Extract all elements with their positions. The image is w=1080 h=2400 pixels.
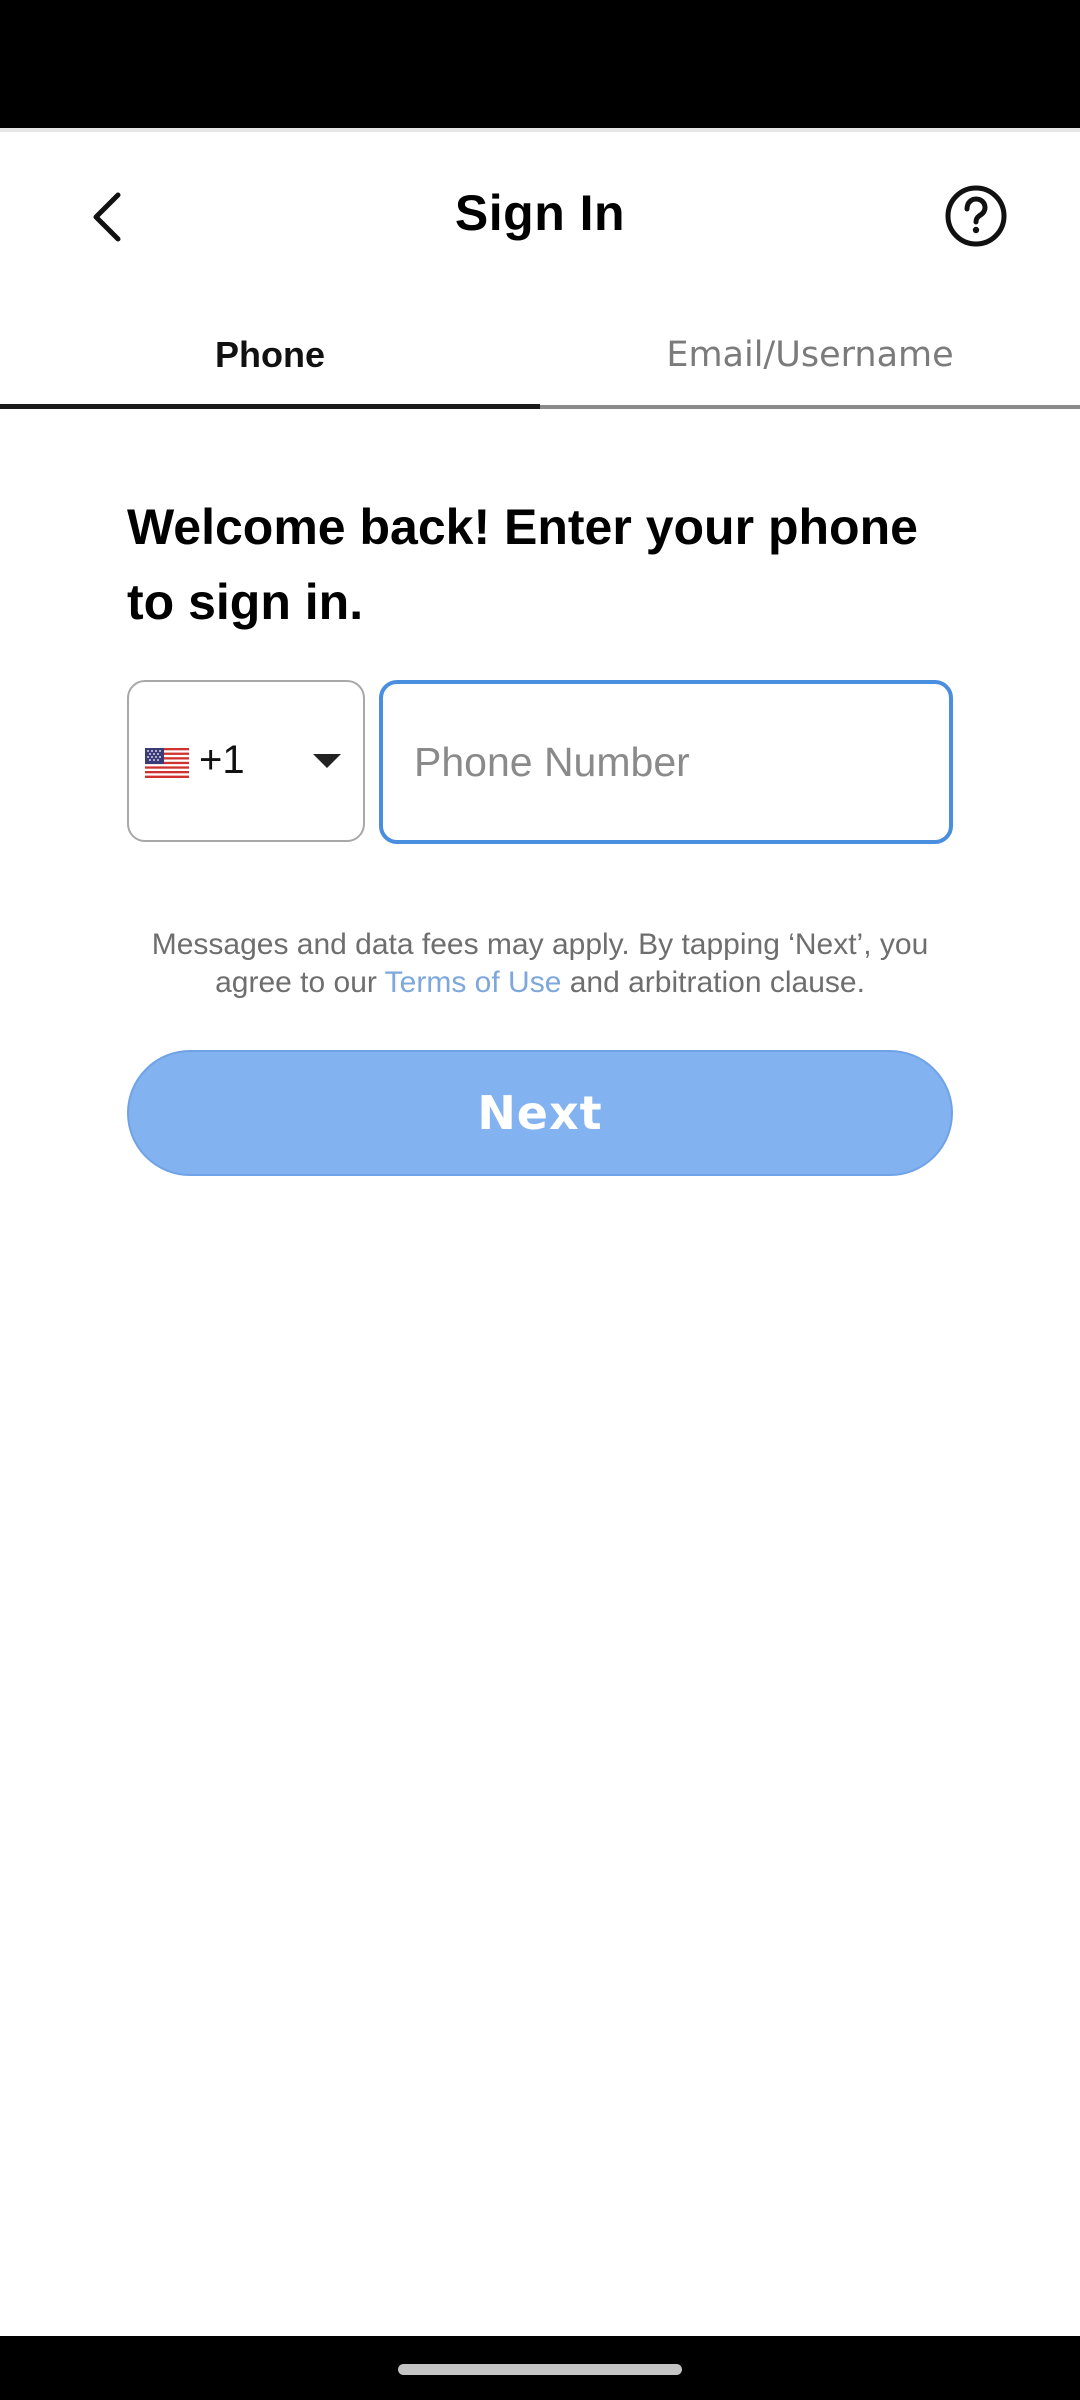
terms-of-use-link[interactable]: Terms of Use bbox=[385, 966, 562, 999]
app-header: Sign In bbox=[0, 132, 1080, 302]
navigation-bar bbox=[0, 2336, 1080, 2400]
tab-email-username[interactable]: Email/Username bbox=[540, 302, 1080, 408]
help-circle-icon bbox=[945, 185, 1007, 247]
disclaimer-text-after: and arbitration clause. bbox=[561, 966, 865, 999]
welcome-heading: Welcome back! Enter your phone to sign i… bbox=[127, 499, 918, 630]
country-code: +1 bbox=[199, 738, 245, 782]
home-indicator[interactable] bbox=[398, 2364, 682, 2375]
terms-disclaimer: Messages and data fees may apply. By tap… bbox=[120, 926, 960, 1002]
country-code-selector[interactable]: +1 bbox=[127, 680, 365, 842]
sign-in-screen: Sign In Phone Email/Username Welcome bac… bbox=[0, 0, 1080, 2400]
page-title: Sign In bbox=[454, 185, 626, 241]
phone-number-input[interactable] bbox=[379, 680, 953, 844]
us-flag-icon bbox=[145, 748, 189, 778]
sign-in-tabs: Phone Email/Username bbox=[0, 302, 1080, 412]
tab-indicator-inactive bbox=[540, 405, 1080, 409]
next-button[interactable]: Next bbox=[127, 1050, 953, 1176]
status-bar bbox=[0, 0, 1080, 128]
tab-indicator-active bbox=[0, 404, 540, 409]
tab-phone[interactable]: Phone bbox=[0, 302, 540, 408]
chevron-down-icon bbox=[313, 754, 341, 768]
help-button[interactable] bbox=[944, 184, 1008, 248]
